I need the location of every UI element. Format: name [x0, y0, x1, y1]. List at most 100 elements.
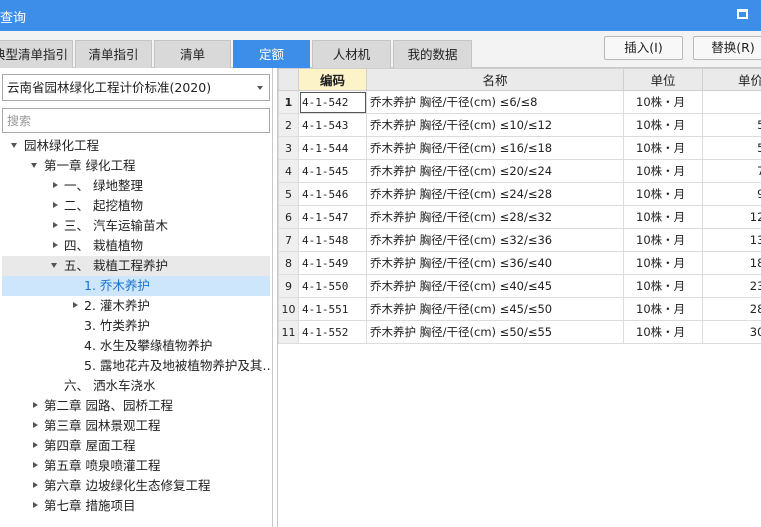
row-number[interactable]: 11 — [278, 320, 299, 344]
tree-node[interactable]: 4. 水生及攀缘植物养护 — [2, 336, 270, 356]
table-row[interactable]: 24-1-543乔木养护 胸径/干径(cm) ≤10/≤1210株・月50.65 — [278, 113, 761, 137]
collapsed-arrow-icon[interactable] — [30, 436, 40, 456]
header-name[interactable]: 名称 — [366, 68, 624, 91]
cell-unit[interactable]: 10株・月 — [623, 205, 703, 229]
tab-bill-guide[interactable]: 清单指引 — [75, 40, 152, 68]
cell-code[interactable]: 4-1-551 — [298, 297, 367, 321]
cell-name[interactable]: 乔木养护 胸径/干径(cm) ≤40/≤45 — [366, 274, 624, 298]
cell-name[interactable]: 乔木养护 胸径/干径(cm) ≤32/≤36 — [366, 228, 624, 252]
cell-name[interactable]: 乔木养护 胸径/干径(cm) ≤45/≤50 — [366, 297, 624, 321]
tree-node[interactable]: 第七章 措施项目 — [2, 496, 270, 516]
cell-unit[interactable]: 10株・月 — [623, 297, 703, 321]
cell-name[interactable]: 乔木养护 胸径/干径(cm) ≤16/≤18 — [366, 136, 624, 160]
maximize-icon[interactable] — [737, 9, 748, 19]
cell-unit[interactable]: 10株・月 — [623, 113, 703, 137]
header-code[interactable]: 编码 — [298, 68, 367, 91]
table-row[interactable]: 74-1-548乔木养护 胸径/干径(cm) ≤32/≤3610株・月134.6… — [278, 228, 761, 252]
cell-price[interactable]: 309.79 — [702, 320, 761, 344]
cell-code[interactable]: 4-1-548 — [298, 228, 367, 252]
table-row[interactable]: 94-1-550乔木养护 胸径/干径(cm) ≤40/≤4510株・月232.4… — [278, 274, 761, 298]
cell-price[interactable]: 127.44 — [702, 205, 761, 229]
expanded-arrow-icon[interactable] — [50, 256, 60, 276]
cell-price[interactable]: 134.68 — [702, 228, 761, 252]
collapsed-arrow-icon[interactable] — [30, 416, 40, 436]
tree-node[interactable]: 第四章 屋面工程 — [2, 436, 270, 456]
tab-quota[interactable]: 定额 — [233, 40, 310, 68]
collapsed-arrow-icon[interactable] — [50, 176, 60, 196]
header-price[interactable]: 单价 — [702, 68, 761, 91]
row-number[interactable]: 10 — [278, 297, 299, 321]
cell-price[interactable]: 182.31 — [702, 251, 761, 275]
cell-code[interactable]: 4-1-549 — [298, 251, 367, 275]
row-number[interactable]: 1 — [278, 90, 299, 114]
tree-node[interactable]: 第三章 园林景观工程 — [2, 416, 270, 436]
cell-unit[interactable]: 10株・月 — [623, 159, 703, 183]
header-unit[interactable]: 单位 — [623, 68, 703, 91]
row-number[interactable]: 9 — [278, 274, 299, 298]
collapsed-arrow-icon[interactable] — [70, 296, 80, 316]
insert-button[interactable]: 插入(I) — [604, 36, 683, 60]
table-row[interactable]: 34-1-544乔木养护 胸径/干径(cm) ≤16/≤1810株・月59.33 — [278, 136, 761, 160]
tree-node[interactable]: 1. 乔木养护 — [2, 276, 270, 296]
cell-code[interactable]: 4-1-550 — [298, 274, 367, 298]
collapsed-arrow-icon[interactable] — [30, 456, 40, 476]
cell-price[interactable]: 92.86 — [702, 182, 761, 206]
cell-code[interactable]: 4-1-542 — [298, 90, 367, 114]
row-number-header[interactable] — [278, 68, 299, 91]
table-row[interactable]: 44-1-545乔木养护 胸径/干径(cm) ≤20/≤2410株・月72.53 — [278, 159, 761, 183]
tree-node[interactable]: 2. 灌木养护 — [2, 296, 270, 316]
cell-code[interactable]: 4-1-547 — [298, 205, 367, 229]
cell-code[interactable]: 4-1-544 — [298, 136, 367, 160]
tree-node[interactable]: 第六章 边坡绿化生态修复工程 — [2, 476, 270, 496]
row-number[interactable]: 7 — [278, 228, 299, 252]
table-row[interactable]: 84-1-549乔木养护 胸径/干径(cm) ≤36/≤4010株・月182.3… — [278, 251, 761, 275]
tree-node[interactable]: 3. 竹类养护 — [2, 316, 270, 336]
row-number[interactable]: 8 — [278, 251, 299, 275]
cell-price[interactable]: 283.52 — [702, 297, 761, 321]
cell-unit[interactable]: 10株・月 — [623, 182, 703, 206]
table-row[interactable]: 14-1-542乔木养护 胸径/干径(cm) ≤6/≤810株・月44.8 — [278, 90, 761, 114]
tab-my-data[interactable]: 我的数据 — [393, 40, 472, 68]
cell-name[interactable]: 乔木养护 胸径/干径(cm) ≤6/≤8 — [366, 90, 624, 114]
collapsed-arrow-icon[interactable] — [50, 216, 60, 236]
expanded-arrow-icon[interactable] — [30, 156, 40, 176]
table-row[interactable]: 54-1-546乔木养护 胸径/干径(cm) ≤24/≤2810株・月92.86 — [278, 182, 761, 206]
collapsed-arrow-icon[interactable] — [30, 496, 40, 516]
cell-price[interactable]: 44.8 — [702, 90, 761, 114]
search-input[interactable] — [2, 108, 270, 133]
standard-select[interactable]: 云南省园林绿化工程计价标准(2020) — [2, 74, 270, 101]
cell-name[interactable]: 乔木养护 胸径/干径(cm) ≤10/≤12 — [366, 113, 624, 137]
cell-unit[interactable]: 10株・月 — [623, 228, 703, 252]
collapsed-arrow-icon[interactable] — [30, 476, 40, 496]
cell-unit[interactable]: 10株・月 — [623, 320, 703, 344]
tab-bill[interactable]: 清单 — [154, 40, 231, 68]
cell-price[interactable]: 50.65 — [702, 113, 761, 137]
tree-node[interactable]: 园林绿化工程 — [2, 136, 270, 156]
row-number[interactable]: 3 — [278, 136, 299, 160]
table-row[interactable]: 114-1-552乔木养护 胸径/干径(cm) ≤50/≤5510株・月309.… — [278, 320, 761, 344]
row-number[interactable]: 5 — [278, 182, 299, 206]
cell-unit[interactable]: 10株・月 — [623, 136, 703, 160]
cell-code[interactable]: 4-1-546 — [298, 182, 367, 206]
expanded-arrow-icon[interactable] — [10, 136, 20, 156]
cell-unit[interactable]: 10株・月 — [623, 274, 703, 298]
cell-name[interactable]: 乔木养护 胸径/干径(cm) ≤36/≤40 — [366, 251, 624, 275]
table-row[interactable]: 64-1-547乔木养护 胸径/干径(cm) ≤28/≤3210株・月127.4… — [278, 205, 761, 229]
tree-node[interactable]: 六、 洒水车浇水 — [2, 376, 270, 396]
cell-price[interactable]: 59.33 — [702, 136, 761, 160]
tree-node[interactable]: 四、 栽植植物 — [2, 236, 270, 256]
tree-node[interactable]: 一、 绿地整理 — [2, 176, 270, 196]
cell-name[interactable]: 乔木养护 胸径/干径(cm) ≤28/≤32 — [366, 205, 624, 229]
cell-code[interactable]: 4-1-545 — [298, 159, 367, 183]
collapsed-arrow-icon[interactable] — [50, 196, 60, 216]
cell-price[interactable]: 232.43 — [702, 274, 761, 298]
tree-node[interactable]: 第二章 园路、园桥工程 — [2, 396, 270, 416]
tree-node[interactable]: 第五章 喷泉喷灌工程 — [2, 456, 270, 476]
cell-unit[interactable]: 10株・月 — [623, 251, 703, 275]
row-number[interactable]: 6 — [278, 205, 299, 229]
tree-node[interactable]: 五、 栽植工程养护 — [2, 256, 270, 276]
collapsed-arrow-icon[interactable] — [30, 396, 40, 416]
tab-typical-bill-guide[interactable]: 典型清单指引 — [0, 40, 73, 68]
cell-name[interactable]: 乔木养护 胸径/干径(cm) ≤50/≤55 — [366, 320, 624, 344]
cell-unit[interactable]: 10株・月 — [623, 90, 703, 114]
